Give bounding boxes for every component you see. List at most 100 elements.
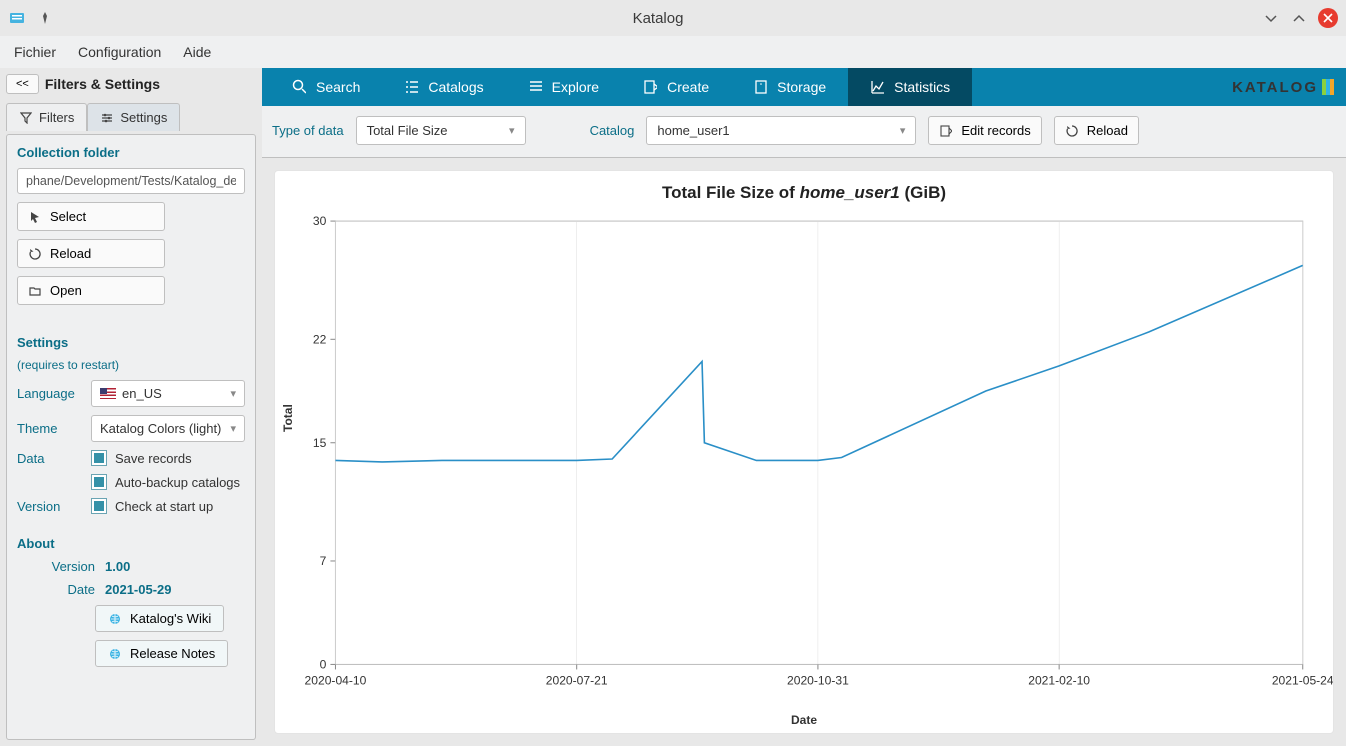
open-button-label: Open [50, 283, 82, 298]
data-label: Data [17, 451, 81, 466]
save-records-label: Save records [115, 451, 192, 466]
svg-text:22: 22 [313, 332, 327, 346]
svg-text:2020-04-10: 2020-04-10 [305, 674, 367, 688]
menu-aide[interactable]: Aide [183, 44, 211, 60]
auto-backup-checkbox[interactable]: Auto-backup catalogs [91, 474, 240, 490]
collapse-button[interactable]: << [6, 74, 39, 94]
type-of-data-label: Type of data [272, 123, 344, 138]
svg-text:7: 7 [320, 554, 327, 568]
list-icon [404, 80, 418, 94]
language-select[interactable]: en_US ▾ [91, 380, 245, 407]
menubar: Fichier Configuration Aide [0, 36, 1346, 68]
reload-icon [28, 247, 42, 261]
auto-backup-label: Auto-backup catalogs [115, 475, 240, 490]
search-icon [292, 80, 306, 94]
svg-text:30: 30 [313, 214, 327, 228]
svg-text:15: 15 [313, 436, 327, 450]
about-head: About [17, 536, 245, 551]
settings-note: (requires to restart) [17, 358, 245, 372]
chart-icon [870, 80, 884, 94]
titlebar: Katalog [0, 0, 1346, 36]
svg-text:2020-07-21: 2020-07-21 [546, 674, 608, 688]
main: Search Catalogs Explore Create Storage S… [262, 68, 1346, 746]
chevron-down-icon: ▾ [230, 387, 236, 400]
brand-logo: KATALOG [1232, 68, 1334, 106]
collection-folder-input[interactable] [17, 168, 245, 194]
tab-explore[interactable]: Explore [506, 68, 621, 106]
release-notes-label: Release Notes [130, 646, 215, 661]
reload-chart-label: Reload [1087, 123, 1128, 138]
reload-button[interactable]: Reload [17, 239, 165, 268]
menu-fichier[interactable]: Fichier [14, 44, 56, 60]
wiki-button-label: Katalog's Wiki [130, 611, 211, 626]
check-startup-label: Check at start up [115, 499, 213, 514]
about-date-value: 2021-05-29 [105, 582, 172, 597]
language-value: en_US [122, 386, 162, 401]
checkbox-icon [91, 450, 107, 466]
globe-icon [108, 612, 122, 626]
menu-configuration[interactable]: Configuration [78, 44, 161, 60]
reload-icon [1065, 124, 1079, 138]
select-button[interactable]: Select [17, 202, 165, 231]
type-of-data-select[interactable]: Total File Size ▾ [356, 116, 526, 145]
checkbox-icon [91, 474, 107, 490]
maximize-icon[interactable] [1290, 9, 1308, 27]
svg-text:2020-10-31: 2020-10-31 [787, 674, 849, 688]
globe-icon [108, 647, 122, 661]
chevron-down-icon: ▾ [509, 124, 515, 137]
sidebar: << Filters & Settings Filters Settings C… [0, 68, 262, 746]
explore-icon [528, 80, 542, 94]
main-tabs: Search Catalogs Explore Create Storage S… [262, 68, 1346, 106]
edit-icon [939, 124, 953, 138]
tab-filters-label: Filters [39, 110, 74, 125]
collection-folder-head: Collection folder [17, 145, 245, 160]
tab-search[interactable]: Search [270, 68, 382, 106]
folder-icon [28, 284, 42, 298]
tab-filters[interactable]: Filters [6, 103, 87, 131]
sidebar-title: Filters & Settings [45, 76, 160, 92]
create-icon [643, 80, 657, 94]
tab-catalogs[interactable]: Catalogs [382, 68, 505, 106]
tab-settings[interactable]: Settings [87, 103, 180, 131]
window-title: Katalog [54, 10, 1262, 27]
wiki-button[interactable]: Katalog's Wiki [95, 605, 224, 632]
theme-select[interactable]: Katalog Colors (light) ▾ [91, 415, 245, 442]
reload-chart-button[interactable]: Reload [1054, 116, 1139, 145]
open-button[interactable]: Open [17, 276, 165, 305]
catalog-select[interactable]: home_user1 ▾ [646, 116, 916, 145]
funnel-icon [19, 111, 33, 125]
tab-statistics[interactable]: Statistics [848, 68, 972, 106]
version-label: Version [17, 499, 81, 514]
catalog-label: Catalog [590, 123, 635, 138]
release-notes-button[interactable]: Release Notes [95, 640, 228, 667]
language-label: Language [17, 386, 81, 401]
check-startup-checkbox[interactable]: Check at start up [91, 498, 213, 514]
about-date-label: Date [17, 582, 95, 597]
close-icon[interactable] [1318, 8, 1338, 28]
controls-row: Type of data Total File Size ▾ Catalog h… [262, 106, 1346, 158]
select-button-label: Select [50, 209, 86, 224]
checkbox-icon [91, 498, 107, 514]
cursor-icon [28, 210, 42, 224]
edit-records-label: Edit records [961, 123, 1030, 138]
svg-text:0: 0 [320, 657, 327, 671]
tab-settings-label: Settings [120, 110, 167, 125]
tab-storage[interactable]: Storage [731, 68, 848, 106]
save-records-checkbox[interactable]: Save records [91, 450, 192, 466]
svg-text:2021-02-10: 2021-02-10 [1028, 674, 1090, 688]
tab-create[interactable]: Create [621, 68, 731, 106]
flag-icon [100, 388, 116, 399]
edit-records-button[interactable]: Edit records [928, 116, 1041, 145]
app-icon [8, 9, 26, 27]
chart-title: Total File Size of home_user1 (GiB) [275, 171, 1333, 203]
settings-head: Settings [17, 335, 245, 350]
minimize-icon[interactable] [1262, 9, 1280, 27]
pin-icon[interactable] [36, 9, 54, 27]
chevron-down-icon: ▾ [900, 124, 906, 137]
sliders-icon [100, 111, 114, 125]
about-version-label: Version [17, 559, 95, 574]
theme-label: Theme [17, 421, 81, 436]
sidebar-panel: Collection folder Select Reload Open Set… [6, 134, 256, 740]
catalog-value: home_user1 [657, 123, 729, 138]
sidebar-tabs: Filters Settings [6, 102, 256, 130]
